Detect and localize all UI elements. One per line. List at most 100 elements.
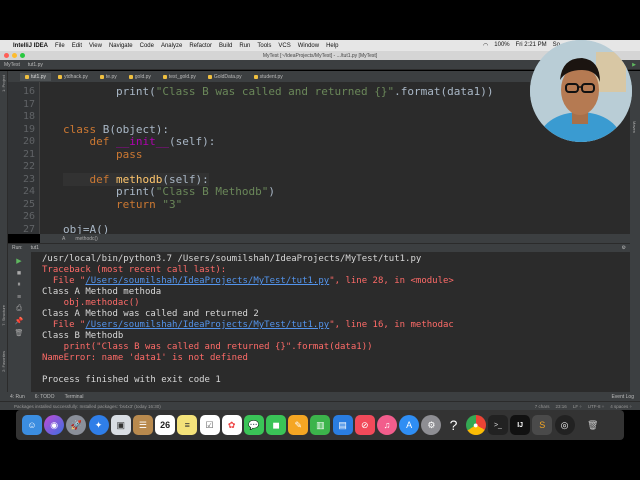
run-icon[interactable]: ▶ xyxy=(632,62,640,68)
stop-icon[interactable]: ■ xyxy=(14,268,24,278)
macos-menubar: IntelliJ IDEA File Edit View Navigate Co… xyxy=(0,40,640,51)
line-number: 18 xyxy=(22,111,35,122)
delete-icon[interactable]: 🗑 xyxy=(14,328,24,338)
preview-icon[interactable]: ▣ xyxy=(110,415,131,435)
contacts-icon[interactable]: ☰ xyxy=(132,415,153,435)
help-icon[interactable]: ? xyxy=(444,415,464,435)
battery-label[interactable]: 100% xyxy=(494,42,509,49)
code-line-16: print("Class B was called and returned {… xyxy=(115,85,494,98)
facetime-icon[interactable]: ◼ xyxy=(266,415,287,435)
pages-icon[interactable]: ✎ xyxy=(288,415,309,435)
menu-tools[interactable]: Tools xyxy=(257,43,271,49)
tab-tut1[interactable]: tut1.py xyxy=(20,72,52,81)
tab-student[interactable]: student.py xyxy=(249,73,288,81)
tab-ytdhack[interactable]: ytdhack.py xyxy=(53,73,93,81)
tab-run[interactable]: 4: Run xyxy=(10,394,25,400)
finder-icon[interactable]: ☺ xyxy=(22,415,42,435)
menu-run[interactable]: Run xyxy=(239,43,250,49)
sublime-icon[interactable]: S xyxy=(532,415,553,435)
tab-golddata[interactable]: GoldData.py xyxy=(203,73,247,81)
console-line: File "/Users/soumilshah/IdeaProjects/MyT… xyxy=(42,320,454,330)
menu-app-name[interactable]: IntelliJ IDEA xyxy=(13,43,48,49)
menu-refactor[interactable]: Refactor xyxy=(189,43,212,49)
python-file-icon xyxy=(207,74,212,79)
run-panel-label: Run: xyxy=(12,245,23,251)
siri-icon[interactable]: ◉ xyxy=(44,415,65,435)
pin-icon[interactable]: 📌 xyxy=(14,316,24,326)
menu-window[interactable]: Window xyxy=(298,43,319,49)
run-console[interactable]: /usr/local/bin/python3.7 /Users/soumilsh… xyxy=(32,252,630,392)
tab-test-gold[interactable]: test_gold.py xyxy=(158,73,201,81)
obs-icon[interactable]: ◎ xyxy=(554,415,575,435)
gear-icon[interactable]: ⚙ xyxy=(622,245,630,251)
notes-icon[interactable]: ≡ xyxy=(177,415,198,435)
close-window-button[interactable] xyxy=(4,53,9,58)
run-config-tab[interactable]: tut1 xyxy=(31,245,39,251)
numbers-icon[interactable]: ▥ xyxy=(310,415,331,435)
status-indent[interactable]: 4 spaces ÷ xyxy=(610,404,632,409)
status-line-separator[interactable]: LF ÷ xyxy=(573,404,582,409)
wifi-icon[interactable]: ◠ xyxy=(483,42,488,49)
terminal-icon[interactable]: >_ xyxy=(487,415,508,435)
menu-navigate[interactable]: Navigate xyxy=(109,43,133,49)
tab-gold[interactable]: gold.py xyxy=(124,73,156,81)
tab-todo[interactable]: 6: TODO xyxy=(35,394,55,400)
window-title: MyTest [~/IdeaProjects/MyTest] - .../tut… xyxy=(262,52,378,59)
file-link[interactable]: /Users/soumilshah/IdeaProjects/MyTest/tu… xyxy=(85,276,329,286)
nav-project[interactable]: MyTest xyxy=(4,62,20,68)
menu-build[interactable]: Build xyxy=(219,43,232,49)
status-position[interactable]: 23:16 xyxy=(556,404,567,409)
intellij-icon[interactable]: IJ xyxy=(510,415,531,435)
photos-icon[interactable]: ✿ xyxy=(221,415,242,435)
nav-file[interactable]: tut1.py xyxy=(28,62,43,68)
code-line-25: return "3" xyxy=(115,197,183,211)
messages-icon[interactable]: 💬 xyxy=(243,415,264,435)
breadcrumb-class[interactable]: A xyxy=(62,236,65,242)
favorites-tool-tab[interactable]: 2: Favorites xyxy=(1,351,6,372)
menu-vcs[interactable]: VCS xyxy=(278,43,290,49)
code-line-19: class B(object): xyxy=(63,122,169,136)
console-line: print("Class B was called and returned {… xyxy=(42,342,373,352)
music-icon[interactable]: ♫ xyxy=(377,415,397,435)
appstore-icon[interactable]: A xyxy=(399,415,420,435)
reminders-icon[interactable]: ☑ xyxy=(199,415,220,435)
chrome-icon[interactable]: ● xyxy=(465,415,486,435)
launchpad-icon[interactable]: 🚀 xyxy=(66,415,87,435)
menu-edit[interactable]: Edit xyxy=(72,43,82,49)
pause-icon[interactable]: ⏸ xyxy=(14,280,24,290)
safari-icon[interactable]: ✦ xyxy=(88,415,109,435)
status-encoding[interactable]: UTF-8 ÷ xyxy=(588,404,604,409)
line-number: 20 xyxy=(22,136,35,147)
tab-te[interactable]: te.py xyxy=(95,73,122,81)
python-file-icon xyxy=(58,74,63,79)
project-tool-tab[interactable]: 1: Project xyxy=(1,75,6,92)
macos-dock: ☺ ◉ 🚀 ✦ ▣ ☰ 26 ≡ ☑ ✿ 💬 ◼ ✎ ▥ ▤ ⊘ ♫ A ⚙ ?… xyxy=(16,410,624,440)
keynote-icon[interactable]: ▤ xyxy=(332,415,353,435)
menu-help[interactable]: Help xyxy=(326,43,338,49)
minimize-window-button[interactable] xyxy=(12,53,17,58)
tab-terminal[interactable]: Terminal xyxy=(65,394,84,400)
settings-icon[interactable]: ⚙ xyxy=(421,415,442,435)
clock[interactable]: Fri 2:21 PM xyxy=(516,42,547,49)
run-toolbar: ▶ ■ ⏸ ≡ ⎙ 📌 🗑 xyxy=(8,252,32,392)
print-icon[interactable]: ⎙ xyxy=(14,304,24,314)
rerun-icon[interactable]: ▶ xyxy=(14,256,24,266)
line-number: 23 xyxy=(22,173,35,185)
status-message[interactable]: Packages installed successfully: Install… xyxy=(14,404,161,409)
breadcrumb-method[interactable]: methodc() xyxy=(75,236,98,242)
trash-icon[interactable]: 🗑 xyxy=(583,415,603,435)
python-file-icon xyxy=(253,74,258,79)
menu-file[interactable]: File xyxy=(55,43,65,49)
calendar-icon[interactable]: 26 xyxy=(155,415,176,435)
breadcrumb: A methodc() xyxy=(40,234,630,243)
tab-event-log[interactable]: Event Log xyxy=(611,394,640,400)
news-icon[interactable]: ⊘ xyxy=(354,415,375,435)
menu-view[interactable]: View xyxy=(89,43,102,49)
file-link[interactable]: /Users/soumilshah/IdeaProjects/MyTest/tu… xyxy=(85,320,329,330)
menu-analyze[interactable]: Analyze xyxy=(161,43,182,49)
maven-tool-tab[interactable]: Maven xyxy=(632,121,637,133)
menu-code[interactable]: Code xyxy=(140,43,154,49)
structure-tool-tab[interactable]: 7: Structure xyxy=(1,305,6,326)
zoom-window-button[interactable] xyxy=(20,53,25,58)
soft-wrap-icon[interactable]: ≡ xyxy=(14,292,24,302)
